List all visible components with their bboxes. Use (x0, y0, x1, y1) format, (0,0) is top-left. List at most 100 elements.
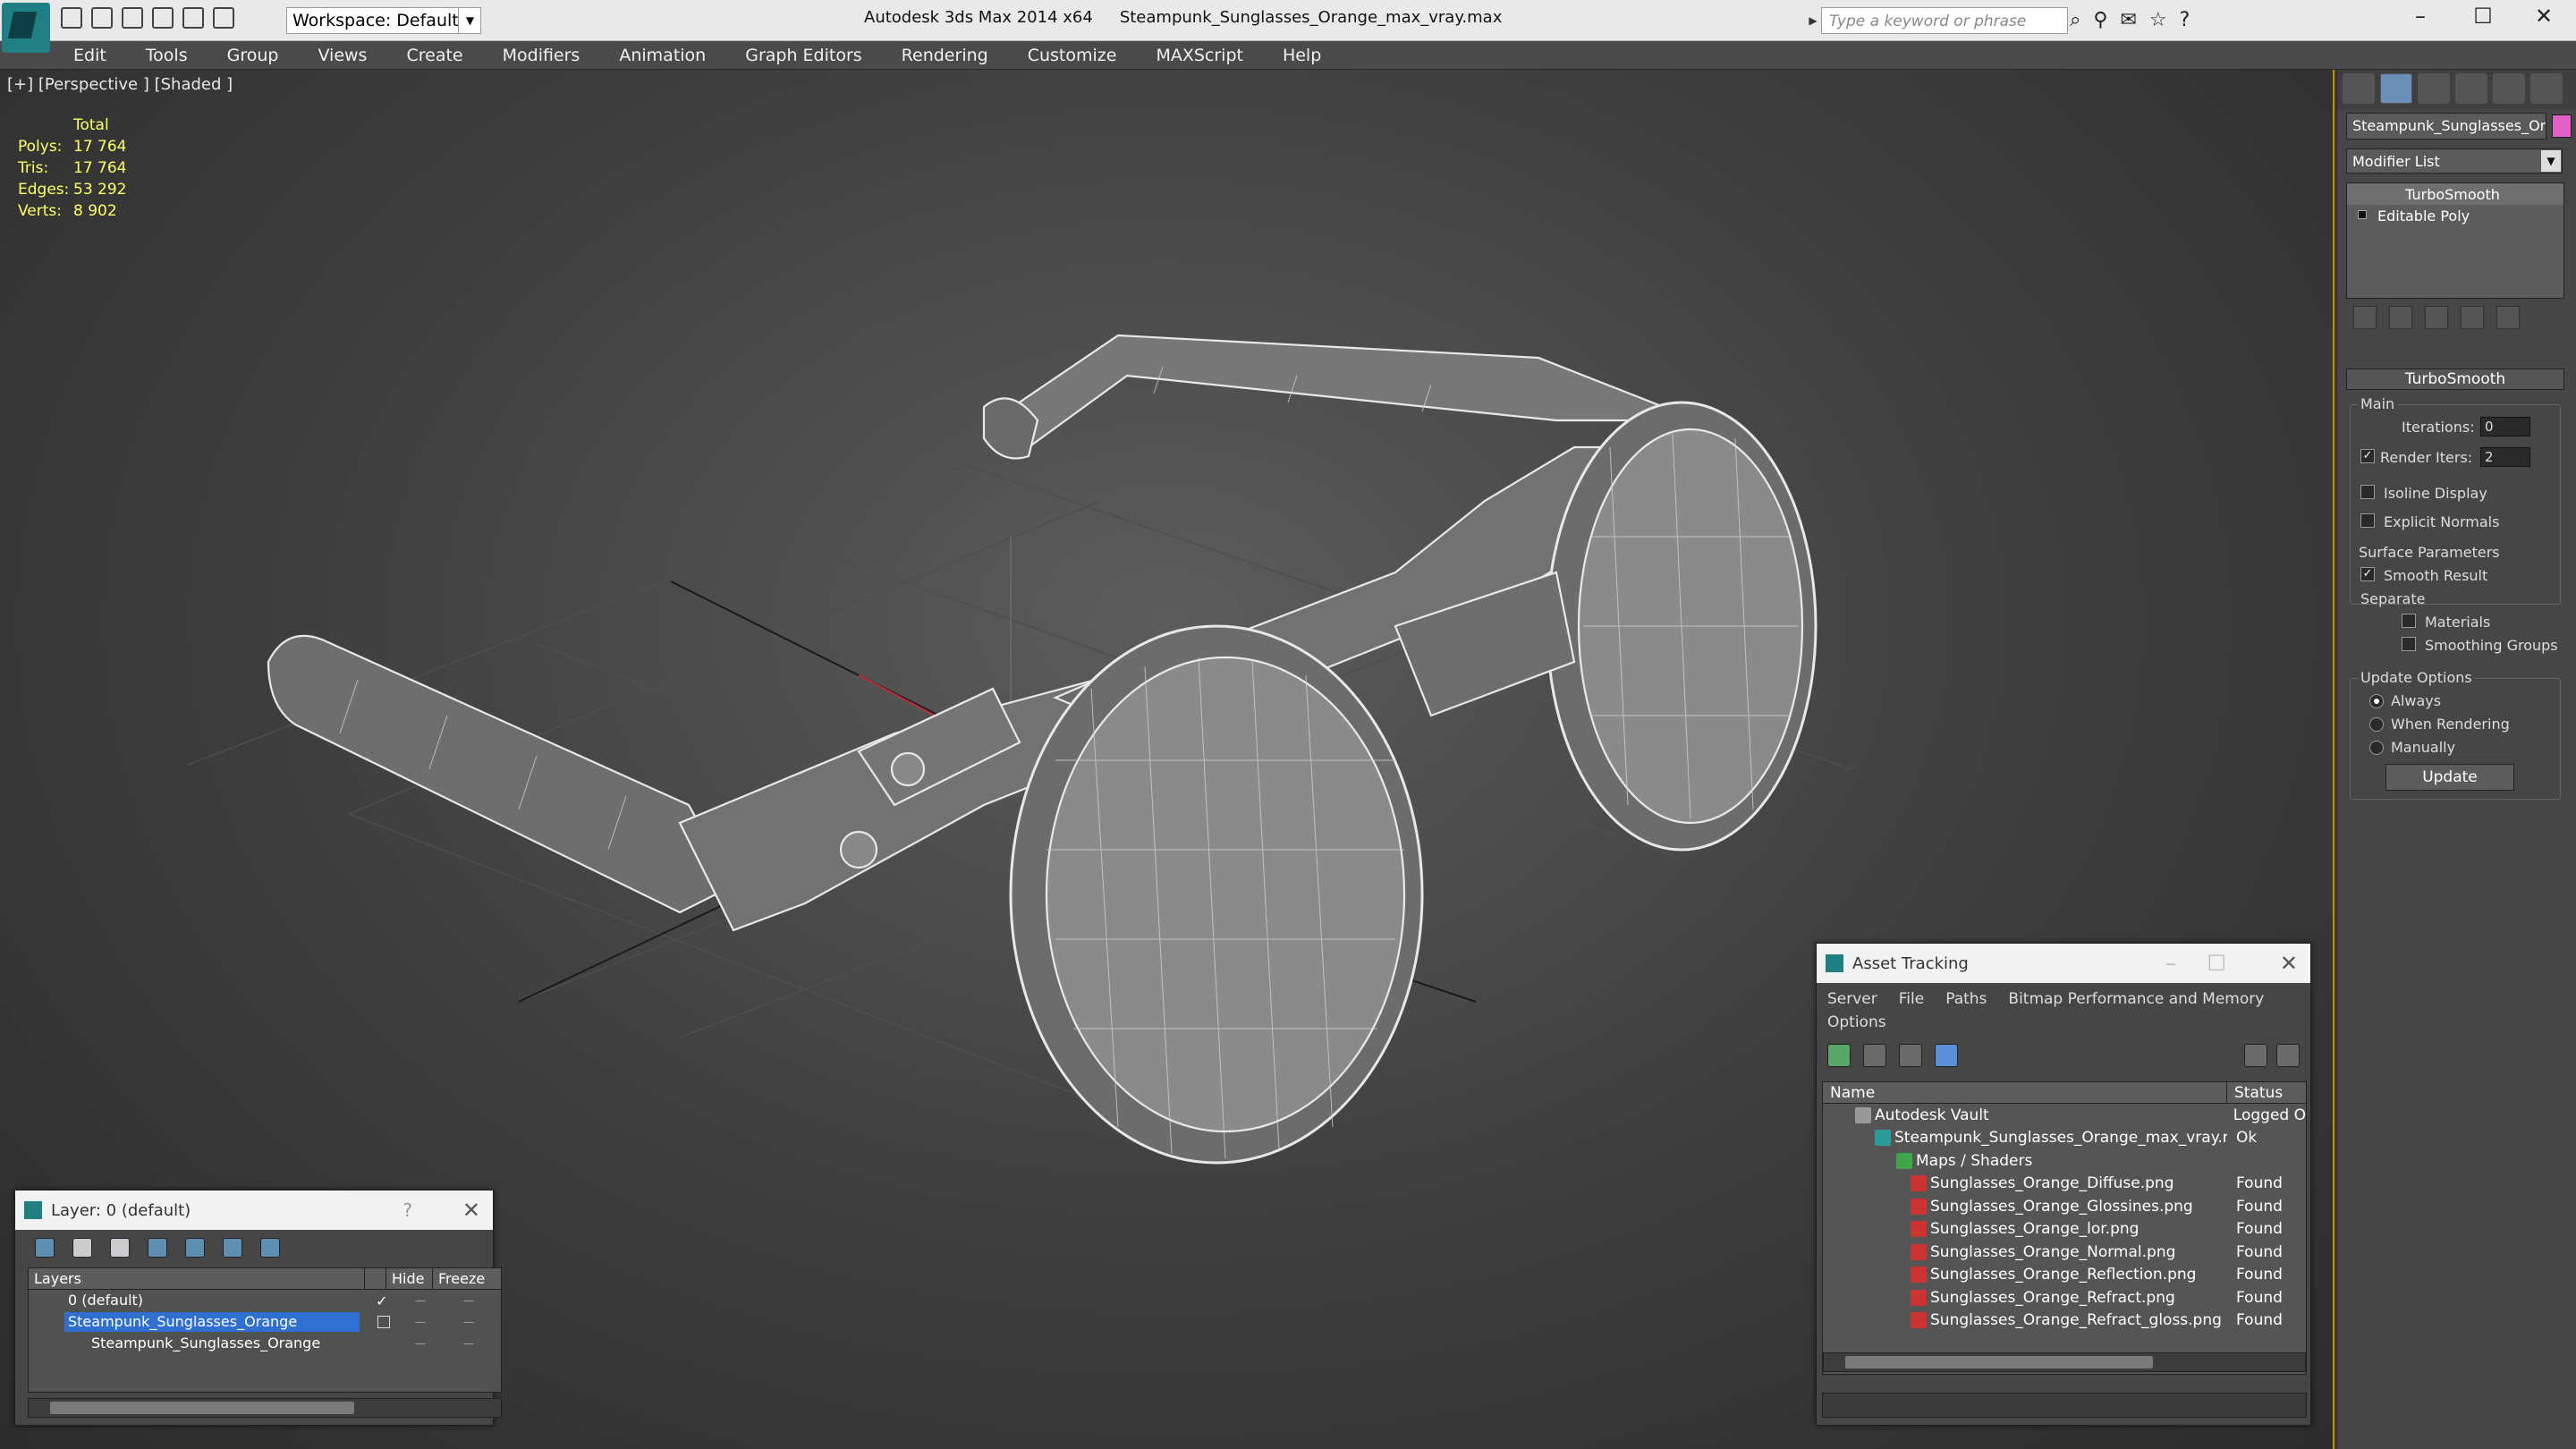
chevron-down-icon[interactable]: ▼ (2541, 150, 2561, 172)
save-file-icon[interactable] (122, 7, 143, 29)
modifier-list-dropdown[interactable]: Modifier List (2346, 148, 2563, 174)
update-button[interactable]: Update (2385, 764, 2514, 791)
remove-modifier-icon[interactable] (2461, 306, 2484, 329)
iterations-spinner[interactable]: 0 (2480, 417, 2530, 436)
menu-edit[interactable]: Edit (73, 46, 106, 65)
hierarchy-tab-icon[interactable] (2418, 73, 2450, 104)
show-end-result-icon[interactable] (2389, 306, 2412, 329)
stack-item-editable-poly[interactable]: Editable Poly (2347, 205, 2563, 226)
hide-all-layers-icon[interactable] (223, 1238, 242, 1258)
object-name-field[interactable]: Steampunk_Sunglasses_Orar (2346, 113, 2546, 140)
layer-row[interactable]: 0 (default) ✓ — — (29, 1290, 501, 1311)
layer-row-selected[interactable]: Steampunk_Sunglasses_Orange — — (29, 1311, 501, 1333)
menu-tools[interactable]: Tools (146, 46, 188, 65)
menu-graph-editors[interactable]: Graph Editors (745, 46, 861, 65)
utilities-tab-icon[interactable] (2530, 73, 2563, 104)
maximize-icon[interactable]: ☐ (2207, 951, 2226, 976)
menu-server[interactable]: Server (1827, 990, 1877, 1013)
asset-row[interactable]: Sunglasses_Orange_Diffuse.png Found (1823, 1173, 2306, 1196)
always-radio[interactable] (2369, 694, 2384, 708)
stack-item-turbosmooth[interactable]: TurboSmooth (2347, 183, 2563, 205)
asset-row[interactable]: Maps / Shaders (1823, 1149, 2306, 1173)
binoculars-icon[interactable]: ⌕ (2070, 9, 2080, 31)
current-layer-toggle[interactable] (377, 1316, 390, 1328)
when-rendering-radio[interactable] (2369, 717, 2384, 732)
display-tab-icon[interactable] (2493, 73, 2525, 104)
menu-group[interactable]: Group (227, 46, 279, 65)
asset-row[interactable]: Sunglasses_Orange_Refract_gloss.png Foun… (1823, 1309, 2306, 1333)
make-unique-icon[interactable] (2425, 306, 2448, 329)
render-iters-spinner[interactable]: 2 (2480, 447, 2530, 467)
materials-checkbox[interactable] (2402, 614, 2416, 628)
table-view-icon[interactable] (1935, 1044, 1958, 1067)
asset-row[interactable]: Sunglasses_Orange_Reflection.png Found (1823, 1264, 2306, 1287)
help-icon[interactable]: ? (2180, 9, 2190, 31)
menu-file[interactable]: File (1899, 990, 1924, 1013)
asset-row[interactable]: Sunglasses_Orange_Refract.png Found (1823, 1286, 2306, 1309)
close-button[interactable]: ✕ (2517, 4, 2571, 29)
menu-modifiers[interactable]: Modifiers (503, 46, 580, 65)
hide-toggle[interactable]: — (415, 1337, 426, 1350)
menu-options[interactable]: Options (1827, 1013, 1886, 1037)
menu-views[interactable]: Views (318, 46, 367, 65)
create-layer-icon[interactable] (35, 1238, 55, 1258)
col-layers[interactable]: Layers (29, 1268, 365, 1289)
delete-layer-icon[interactable] (72, 1238, 92, 1258)
project-folder-icon[interactable] (213, 7, 234, 29)
asset-horizontal-scrollbar[interactable] (1823, 1352, 2306, 1372)
asset-path-field[interactable] (1822, 1393, 2307, 1418)
asset-row[interactable]: Autodesk Vault Logged O (1823, 1104, 2306, 1127)
col-hide[interactable]: Hide (386, 1268, 433, 1289)
explicit-normals-checkbox[interactable] (2360, 513, 2375, 528)
minimize-button[interactable]: – (2394, 4, 2447, 29)
turbosmooth-rollout-header[interactable]: TurboSmooth (2346, 369, 2564, 390)
freeze-toggle[interactable]: — (463, 1294, 474, 1307)
menu-paths[interactable]: Paths (1945, 990, 1987, 1013)
search-input[interactable]: Type a keyword or phrase (1821, 7, 2068, 34)
freeze-toggle[interactable]: — (463, 1337, 474, 1350)
open-file-icon[interactable] (91, 7, 113, 29)
app-logo-menu-button[interactable] (2, 3, 50, 53)
help-icon[interactable] (2244, 1044, 2267, 1067)
redo-icon[interactable] (182, 7, 204, 29)
manually-radio[interactable] (2369, 741, 2384, 755)
help-icon[interactable]: ? (402, 1199, 412, 1221)
col-name[interactable]: Name (1823, 1082, 2227, 1103)
render-iters-checkbox[interactable]: ✓ (2360, 449, 2375, 463)
scrollbar-thumb[interactable] (50, 1402, 354, 1414)
create-tab-icon[interactable] (2343, 73, 2375, 104)
maximize-button[interactable]: ☐ (2456, 4, 2510, 29)
asset-tracking-titlebar[interactable]: Asset Tracking – ☐ ✕ (1817, 944, 2310, 983)
close-icon[interactable]: ✕ (462, 1198, 480, 1223)
freeze-all-layers-icon[interactable] (260, 1238, 280, 1258)
menu-help[interactable]: Help (1283, 46, 1321, 65)
favorites-icon[interactable]: ☆ (2149, 9, 2167, 31)
add-to-layer-icon[interactable] (110, 1238, 130, 1258)
menu-maxscript[interactable]: MAXScript (1156, 46, 1243, 65)
freeze-toggle[interactable]: — (463, 1316, 474, 1328)
workspace-select[interactable]: Workspace: Default (286, 7, 481, 34)
asset-row[interactable]: Sunglasses_Orange_lor.png Found (1823, 1218, 2306, 1241)
chevron-down-icon[interactable]: ▼ (458, 7, 481, 34)
menu-create[interactable]: Create (406, 46, 462, 65)
col-freeze[interactable]: Freeze (433, 1268, 487, 1289)
motion-tab-icon[interactable] (2455, 73, 2487, 104)
menu-customize[interactable]: Customize (1028, 46, 1117, 65)
pin-stack-icon[interactable] (2353, 306, 2377, 329)
close-icon[interactable]: ✕ (2280, 951, 2298, 976)
settings-icon[interactable] (2276, 1044, 2300, 1067)
sunglasses-model[interactable] (267, 334, 1818, 1165)
col-status[interactable]: Status (2227, 1082, 2290, 1103)
new-file-icon[interactable] (61, 7, 82, 29)
smoothing-groups-checkbox[interactable] (2402, 637, 2416, 651)
layer-dialog-titlebar[interactable]: Layer: 0 (default) ? ✕ (15, 1191, 493, 1230)
asset-row[interactable]: Sunglasses_Orange_Normal.png Found (1823, 1241, 2306, 1264)
refresh-icon[interactable] (1827, 1044, 1851, 1067)
menu-bitmap-performance[interactable]: Bitmap Performance and Memory (2008, 990, 2264, 1013)
search-expand-icon[interactable]: ▶ (1805, 7, 1821, 34)
hide-toggle[interactable]: — (415, 1316, 426, 1328)
thumbnail-view-icon[interactable] (1899, 1044, 1922, 1067)
active-layer-check-icon[interactable]: ✓ (376, 1292, 387, 1309)
isoline-display-checkbox[interactable] (2360, 485, 2375, 499)
undo-icon[interactable] (152, 7, 174, 29)
